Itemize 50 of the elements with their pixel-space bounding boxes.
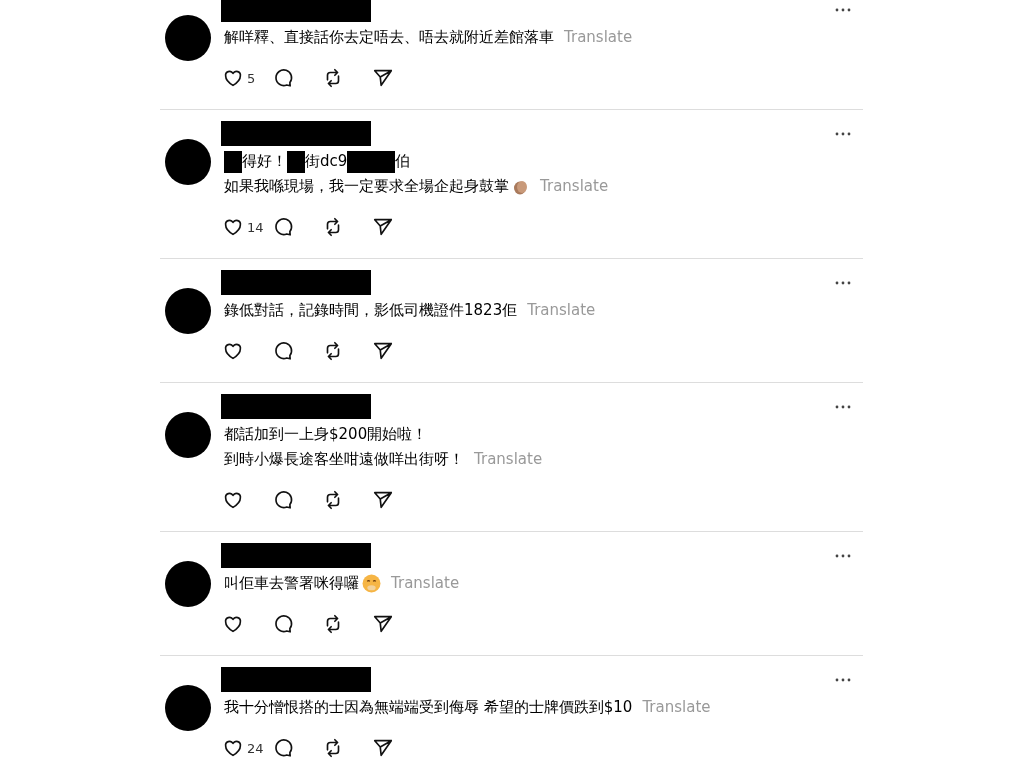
comment-icon[interactable] xyxy=(272,613,294,635)
send-icon[interactable] xyxy=(372,67,394,89)
comment-icon[interactable] xyxy=(272,67,294,89)
send-icon[interactable] xyxy=(372,613,394,635)
more-options-icon[interactable] xyxy=(835,678,851,682)
like-count: 5 xyxy=(247,70,256,86)
heart-icon[interactable] xyxy=(222,613,244,635)
comment-text: 我十分憎恨搭的士因為無端端受到侮辱 希望的士牌價跌到$10 xyxy=(224,697,633,718)
translate-link[interactable]: Translate xyxy=(391,571,460,596)
avatar[interactable] xyxy=(165,15,211,61)
comment-text: 都話加到一上身$200開始啦！ xyxy=(224,424,428,445)
send-icon[interactable] xyxy=(372,340,394,362)
comment-text: 街dc9 xyxy=(305,151,348,172)
more-options-icon[interactable] xyxy=(835,405,851,409)
comment-icon[interactable] xyxy=(272,489,294,511)
comment-text: 到時小爆長途客坐咁遠做咩出街呀！ xyxy=(224,449,464,470)
comment-text: 得好！ xyxy=(242,151,287,172)
translate-link[interactable]: Translate xyxy=(527,298,596,323)
like-count: 14 xyxy=(247,219,264,235)
comment-text: 叫佢車去警署咪得囉 xyxy=(224,573,359,594)
avatar[interactable] xyxy=(165,685,211,731)
translate-link[interactable]: Translate xyxy=(474,447,543,472)
heart-icon[interactable] xyxy=(222,67,244,89)
comment-icon[interactable] xyxy=(272,216,294,238)
heart-icon[interactable] xyxy=(222,340,244,362)
avatar[interactable] xyxy=(165,139,211,185)
more-options-icon[interactable] xyxy=(835,8,851,12)
heart-icon[interactable] xyxy=(222,489,244,511)
send-icon[interactable] xyxy=(372,216,394,238)
avatar[interactable] xyxy=(165,561,211,607)
like-count: 24 xyxy=(247,740,264,756)
heart-icon[interactable] xyxy=(222,737,244,759)
comment-icon[interactable] xyxy=(272,737,294,759)
comment-text: 如果我喺現場，我一定要求全場企起身鼓掌 xyxy=(224,176,509,197)
comment-text: 錄低對話，記錄時間，影低司機證件1823佢 xyxy=(224,300,518,321)
more-options-icon[interactable] xyxy=(835,132,851,136)
heart-icon[interactable] xyxy=(222,216,244,238)
avatar[interactable] xyxy=(165,288,211,334)
smiley-icon xyxy=(362,574,381,593)
translate-link[interactable]: Translate xyxy=(564,25,633,50)
translate-link[interactable]: Translate xyxy=(540,174,609,199)
comment-icon[interactable] xyxy=(272,340,294,362)
comment-text: 解咩釋、直接話你去定唔去、唔去就附近差館落車 xyxy=(224,27,554,48)
send-icon[interactable] xyxy=(372,489,394,511)
send-icon[interactable] xyxy=(372,737,394,759)
more-options-icon[interactable] xyxy=(835,554,851,558)
avatar[interactable] xyxy=(165,412,211,458)
translate-link[interactable]: Translate xyxy=(642,695,711,720)
comment-text: 伯 xyxy=(395,151,411,172)
more-options-icon[interactable] xyxy=(835,281,851,285)
